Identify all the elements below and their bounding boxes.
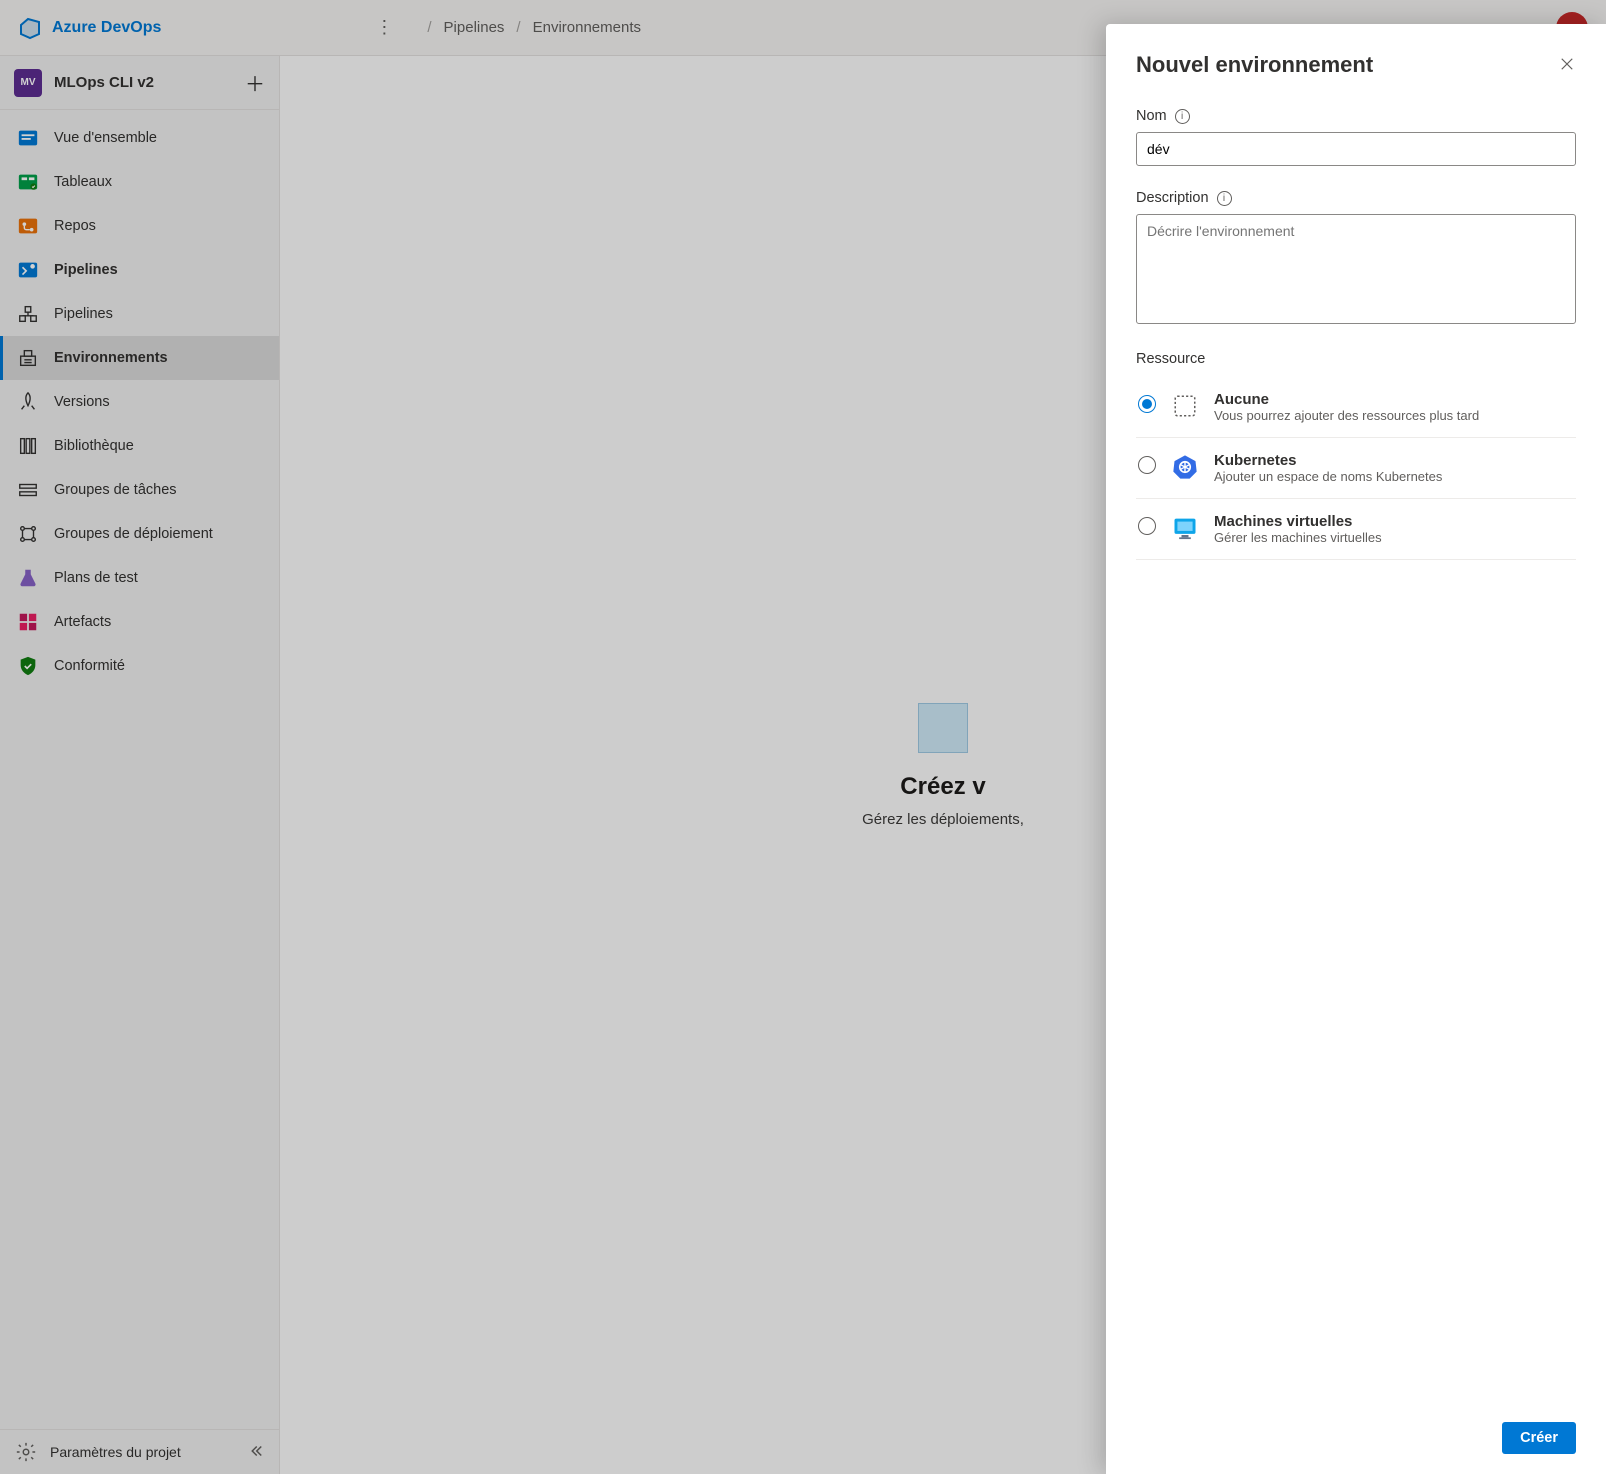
pipelines-subnav: Pipelines Environnements Versions [0,292,279,556]
resource-title: Aucune [1214,391,1479,408]
sidebar-item-pipelines-sub[interactable]: Pipelines [0,292,279,336]
sidebar-item-library[interactable]: Bibliothèque [0,424,279,468]
breadcrumb-sep: / [427,19,431,36]
compliance-icon [16,654,40,678]
sidebar-item-label: Pipelines [54,262,118,278]
sidebar-item-boards[interactable]: Tableaux [0,160,279,204]
resource-option-vm[interactable]: Machines virtuelles Gérer les machines v… [1136,499,1576,560]
sidebar-item-pipelines[interactable]: Pipelines [0,248,279,292]
sidebar-item-label: Tableaux [54,174,112,190]
sidebar-item-artifacts[interactable]: Artefacts [0,600,279,644]
deploygroups-icon [16,522,40,546]
close-panel-button[interactable] [1558,55,1576,76]
name-label: Nom [1136,108,1167,124]
releases-icon [16,390,40,414]
kubernetes-icon [1170,452,1200,482]
sidebar-item-test[interactable]: Plans de test [0,556,279,600]
none-icon [1170,391,1200,421]
environments-icon [16,346,40,370]
artifacts-icon [16,610,40,634]
sidebar-item-label: Groupes de déploiement [54,526,213,542]
main-title: Créez v [900,773,985,801]
sidebar-item-label: Artefacts [54,614,111,630]
radio-none[interactable] [1138,395,1156,413]
sidebar-item-label: Pipelines [54,306,113,322]
sidebar-item-compliance[interactable]: Conformité [0,644,279,688]
resource-subtitle: Gérer les machines virtuelles [1214,530,1382,545]
more-menu-icon[interactable]: ⋮ [375,17,393,38]
info-icon[interactable]: i [1217,191,1232,206]
sidebar-item-label: Conformité [54,658,125,674]
breadcrumb-pipelines[interactable]: Pipelines [444,19,505,36]
library-icon [16,434,40,458]
sidebar-item-label: Bibliothèque [54,438,134,454]
environments-hero-icon [918,703,968,753]
sidebar-item-label: Environnements [54,350,168,366]
description-label: Description [1136,190,1209,206]
resource-subtitle: Ajouter un espace de noms Kubernetes [1214,469,1442,484]
repos-icon [16,214,40,238]
resource-title: Kubernetes [1214,452,1442,469]
info-icon[interactable]: i [1175,109,1190,124]
new-environment-panel: Nouvel environnement Nom i Description i… [1106,24,1606,1474]
project-settings[interactable]: Paramètres du projet [0,1429,279,1474]
project-settings-label: Paramètres du projet [50,1444,181,1460]
project-badge: MV [14,69,42,97]
project-header[interactable]: MV MLOps CLI v2 ＋ [0,56,279,110]
panel-title: Nouvel environnement [1136,52,1373,78]
test-icon [16,566,40,590]
brand[interactable]: Azure DevOps [18,16,161,40]
nav-list: Vue d'ensemble Tableaux Repos Pipelines [0,110,279,1429]
taskgroups-icon [16,478,40,502]
boards-icon [16,170,40,194]
pipelines-icon [16,258,40,282]
sidebar-item-environments[interactable]: Environnements [0,336,279,380]
create-button[interactable]: Créer [1502,1422,1576,1454]
resource-title: Machines virtuelles [1214,513,1382,530]
azure-devops-icon [18,16,42,40]
pipelines-sub-icon [16,302,40,326]
resource-option-none[interactable]: Aucune Vous pourrez ajouter des ressourc… [1136,377,1576,438]
add-project-button[interactable]: ＋ [245,68,265,97]
radio-vm[interactable] [1138,517,1156,535]
breadcrumb: / Pipelines / Environnements [427,19,641,36]
radio-kubernetes[interactable] [1138,456,1156,474]
vm-icon [1170,513,1200,543]
brand-label: Azure DevOps [52,19,161,37]
collapse-sidebar-icon[interactable] [247,1442,265,1463]
sidebar-item-deploygroups[interactable]: Groupes de déploiement [0,512,279,556]
resource-list: Aucune Vous pourrez ajouter des ressourc… [1136,377,1576,560]
breadcrumb-environments[interactable]: Environnements [533,19,641,36]
project-name: MLOps CLI v2 [54,74,154,91]
sidebar-item-label: Vue d'ensemble [54,130,157,146]
sidebar-item-label: Repos [54,218,96,234]
resource-option-kubernetes[interactable]: Kubernetes Ajouter un espace de noms Kub… [1136,438,1576,499]
sidebar-item-label: Versions [54,394,110,410]
description-input[interactable] [1136,214,1576,324]
sidebar-item-label: Plans de test [54,570,138,586]
sidebar-item-releases[interactable]: Versions [0,380,279,424]
sidebar-item-taskgroups[interactable]: Groupes de tâches [0,468,279,512]
overview-icon [16,126,40,150]
name-input[interactable] [1136,132,1576,166]
resource-subtitle: Vous pourrez ajouter des ressources plus… [1214,408,1479,423]
gear-icon [14,1440,38,1464]
main-subtitle: Gérez les déploiements, [862,811,1024,828]
sidebar-item-label: Groupes de tâches [54,482,177,498]
sidebar: MV MLOps CLI v2 ＋ Vue d'ensemble Tableau… [0,56,280,1474]
sidebar-item-repos[interactable]: Repos [0,204,279,248]
resource-label: Ressource [1136,351,1576,367]
breadcrumb-sep: / [516,19,520,36]
sidebar-item-overview[interactable]: Vue d'ensemble [0,116,279,160]
